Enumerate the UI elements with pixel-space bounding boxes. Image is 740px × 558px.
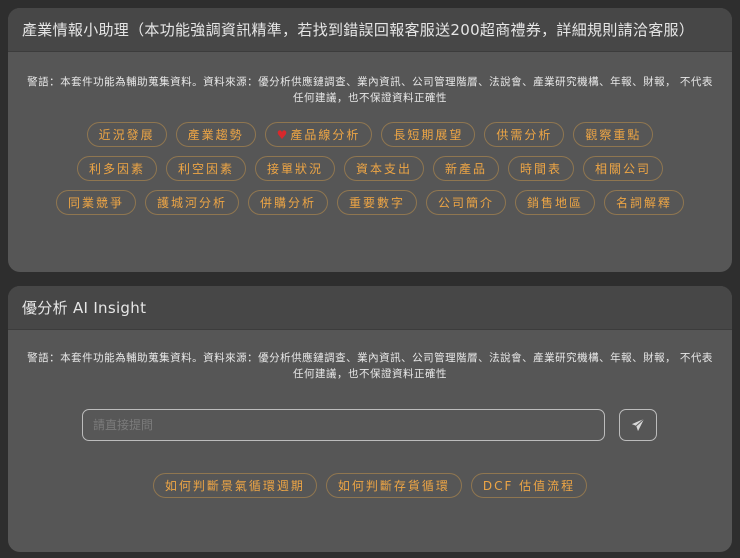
chip-label: 長短期展望 <box>393 128 464 142</box>
chip-label: 觀察重點 <box>585 128 642 142</box>
disclaimer-text: 警語：本套件功能為輔助蒐集資料。資料來源：優分析供應鏈調查、業內資訊、公司管理階… <box>27 76 713 104</box>
chip-button[interactable]: 相關公司 <box>583 156 664 181</box>
chip-button[interactable]: 護城河分析 <box>144 190 239 215</box>
chip-button[interactable]: 供需分析 <box>484 122 565 147</box>
chip-button[interactable]: 利空因素 <box>165 156 246 181</box>
panel-title: 產業情報小助理（本功能強調資訊精準，若找到錯誤回報客服送200超商禮券，詳細規則… <box>8 8 732 52</box>
panel-title: 優分析 AI Insight <box>8 286 732 330</box>
chip-label: 產業趨勢 <box>187 128 244 142</box>
chip-button[interactable]: DCF 估值流程 <box>470 473 588 498</box>
chip-button[interactable]: 長短期展望 <box>381 122 476 147</box>
chip-label: 利空因素 <box>177 162 234 176</box>
chip-label: 如何判斷存貨循環 <box>337 479 450 493</box>
chip-label: 接單狀況 <box>266 162 323 176</box>
chip-button[interactable]: 公司簡介 <box>426 190 507 215</box>
chip-button[interactable]: 銷售地區 <box>515 190 596 215</box>
heart-icon: ♥ <box>276 127 288 142</box>
chip-button[interactable]: 名詞解釋 <box>604 190 685 215</box>
chip-button[interactable]: 重要數字 <box>336 190 417 215</box>
chip-label: DCF 估值流程 <box>482 479 576 493</box>
chip-label: 銷售地區 <box>527 196 584 210</box>
paper-plane-icon <box>631 418 645 432</box>
send-button[interactable] <box>619 409 657 441</box>
chip-button[interactable]: ♥ 產品線分析 <box>264 122 373 147</box>
chip-button[interactable]: 資本支出 <box>343 156 424 181</box>
chip-label: 如何判斷景氣循環週期 <box>164 479 305 493</box>
chip-label: 護城河分析 <box>156 196 227 210</box>
question-input[interactable] <box>82 409 605 441</box>
ai-insight-panel: 優分析 AI Insight 警語：本套件功能為輔助蒐集資料。資料來源：優分析供… <box>8 286 732 552</box>
disclaimer-text: 警語：本套件功能為輔助蒐集資料。資料來源：優分析供應鏈調查、業內資訊、公司管理階… <box>27 352 713 380</box>
chip-label: 相關公司 <box>595 162 652 176</box>
chip-button[interactable]: 觀察重點 <box>573 122 654 147</box>
chip-label: 供需分析 <box>496 128 553 142</box>
chip-button[interactable]: 新產品 <box>433 156 500 181</box>
chip-label: 同業競爭 <box>67 196 124 210</box>
chip-button[interactable]: 同業競爭 <box>55 190 136 215</box>
chip-button[interactable]: 接單狀況 <box>254 156 335 181</box>
chip-button[interactable]: 近況發展 <box>86 122 167 147</box>
chip-label: 公司簡介 <box>438 196 495 210</box>
industry-assistant-panel: 產業情報小助理（本功能強調資訊精準，若找到錯誤回報客服送200超商禮券，詳細規則… <box>8 8 732 272</box>
chip-label: 資本支出 <box>355 162 412 176</box>
topic-chips: 近況發展 產業趨勢 ♥ 產品線分析 長短期展望 供需分析 觀察重點利多因素 利空因素 接單狀況 資… <box>8 122 732 215</box>
chip-button[interactable]: 如何判斷存貨循環 <box>325 473 462 498</box>
chip-button[interactable]: 產業趨勢 <box>175 122 256 147</box>
suggested-question-chips: 如何判斷景氣循環週期 如何判斷存貨循環 DCF 估值流程 <box>8 473 732 498</box>
chip-label: 近況發展 <box>98 128 155 142</box>
chip-button[interactable]: 時間表 <box>508 156 575 181</box>
chip-label: 重要數字 <box>348 196 405 210</box>
chip-label: 時間表 <box>520 162 563 176</box>
chip-label: 併購分析 <box>259 196 316 210</box>
chip-label: 名詞解釋 <box>616 196 673 210</box>
chip-button[interactable]: 如何判斷景氣循環週期 <box>152 473 317 498</box>
chip-label: 新產品 <box>445 162 488 176</box>
chip-label: 產品線分析 <box>290 128 361 142</box>
chip-button[interactable]: 併購分析 <box>247 190 328 215</box>
chip-label: 利多因素 <box>88 162 145 176</box>
chip-button[interactable]: 利多因素 <box>76 156 157 181</box>
